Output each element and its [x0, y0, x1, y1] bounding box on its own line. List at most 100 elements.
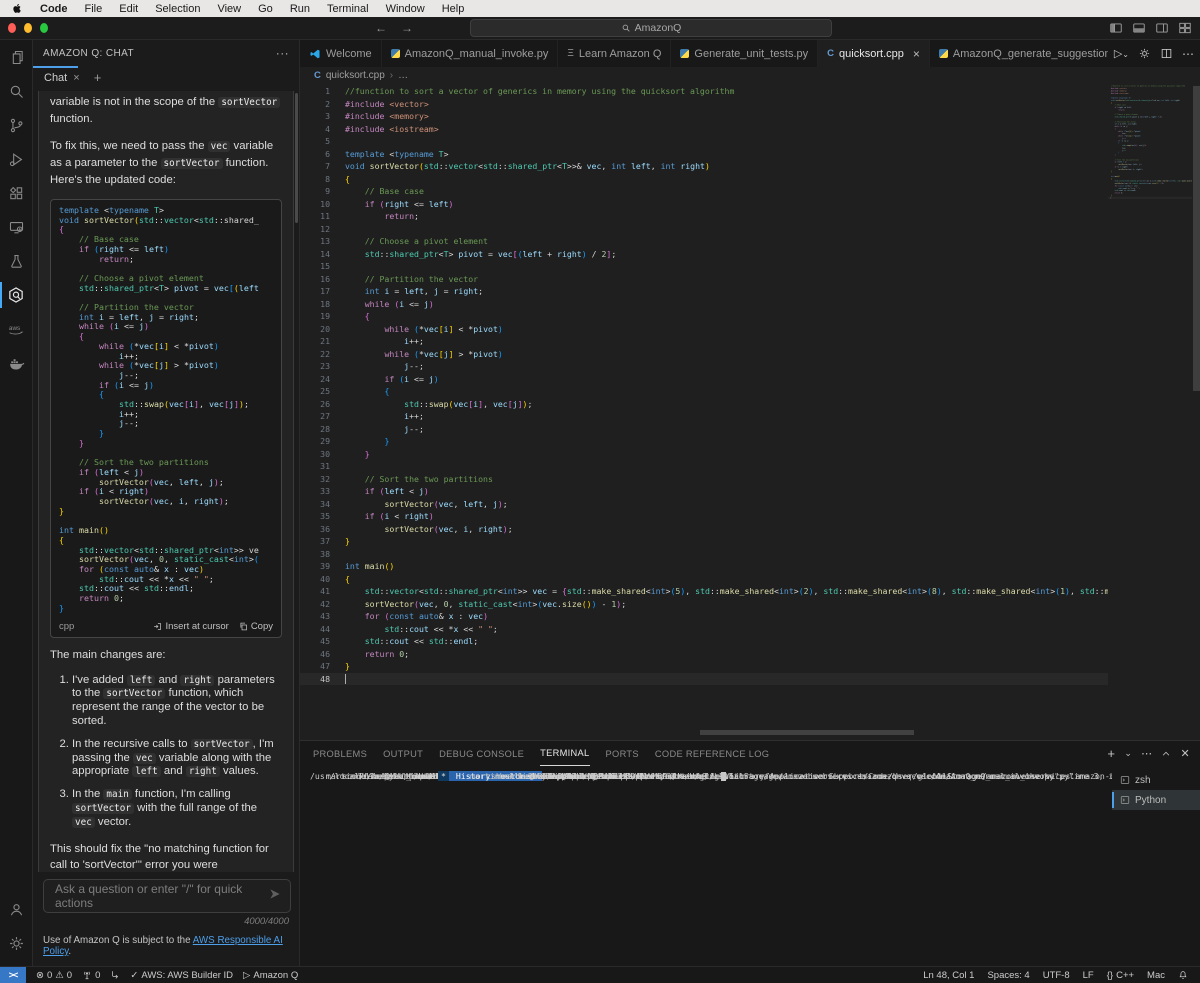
settings-gear-icon[interactable]	[1138, 47, 1151, 60]
new-chat-tab-icon[interactable]: +	[94, 70, 102, 85]
toggle-sidebar-right-icon[interactable]	[1155, 21, 1169, 35]
editor-tab-amazonq-manual-invoke-py[interactable]: AmazonQ_manual_invoke.py	[382, 40, 559, 67]
minimize-window-button[interactable]	[24, 23, 32, 33]
chat-input[interactable]: Ask a question or enter "/" for quick ac…	[43, 879, 291, 913]
activity-run-debug[interactable]	[0, 142, 32, 176]
editor-tab-amazonq-generate-suggestion-py[interactable]: AmazonQ_generate_suggestion.py	[930, 40, 1135, 67]
activity-amazon-q[interactable]	[0, 278, 32, 312]
copy-button[interactable]: Copy	[239, 621, 273, 632]
customize-layout-icon[interactable]	[1178, 21, 1192, 35]
editor-vertical-scrollbar[interactable]	[1193, 86, 1200, 391]
run-button[interactable]: ▷⌄	[1114, 47, 1129, 60]
terminal-shell-python[interactable]: Python	[1112, 790, 1200, 810]
forward-arrow-icon[interactable]: →	[401, 21, 413, 35]
panel-tab-debug-console[interactable]: DEBUG CONSOLE	[439, 741, 524, 766]
menu-run[interactable]: Run	[290, 3, 310, 15]
toggle-panel-icon[interactable]	[1132, 21, 1146, 35]
menu-edit[interactable]: Edit	[119, 3, 138, 15]
menu-window[interactable]: Window	[386, 3, 425, 15]
tab-chat[interactable]: Chat	[44, 72, 67, 84]
send-icon[interactable]	[268, 887, 282, 906]
insert-at-cursor-button[interactable]: Insert at cursor	[153, 621, 228, 632]
more-actions-icon[interactable]: ⋯	[1182, 47, 1194, 61]
activity-source-control[interactable]	[0, 108, 32, 142]
terminal-line: File "/Users/martinheller/Library/Applic…	[374, 771, 382, 781]
panel-tab-ports[interactable]: PORTS	[606, 741, 639, 766]
panel-more-icon[interactable]: ⋯	[1141, 747, 1152, 760]
split-editor-icon[interactable]	[1160, 47, 1173, 60]
launch-status[interactable]	[110, 970, 120, 980]
chat-scrollbar[interactable]	[295, 93, 298, 223]
panel-tab-terminal[interactable]: TERMINAL	[540, 741, 589, 766]
panel-title: AMAZON Q: CHAT	[43, 48, 134, 59]
activity-search[interactable]	[0, 74, 32, 108]
encoding-status[interactable]: UTF-8	[1043, 970, 1070, 981]
activity-settings[interactable]	[0, 926, 32, 960]
menu-view[interactable]: View	[217, 3, 241, 15]
activity-extensions[interactable]	[0, 176, 32, 210]
close-tab-icon[interactable]: ×	[913, 47, 920, 61]
svg-text:aws: aws	[9, 325, 20, 332]
activity-docker[interactable]	[0, 346, 32, 380]
apple-logo-icon[interactable]	[12, 3, 23, 14]
panel-tab-code-reference-log[interactable]: CODE REFERENCE LOG	[655, 741, 769, 766]
python-icon	[391, 49, 400, 58]
editor-tab-quicksort-cpp[interactable]: Cquicksort.cpp×	[818, 40, 930, 67]
menu-selection[interactable]: Selection	[155, 3, 200, 15]
code-line: 5	[300, 135, 1108, 148]
zoom-window-button[interactable]	[40, 23, 48, 33]
close-panel-icon[interactable]: ✕	[1180, 747, 1190, 760]
eol-status[interactable]: LF	[1083, 970, 1094, 981]
activity-remote-explorer[interactable]	[0, 210, 32, 244]
activity-accounts[interactable]	[0, 892, 32, 926]
editor-tab-generate-unit-tests-py[interactable]: Generate_unit_tests.py	[671, 40, 818, 67]
code-line: 3#include <memory>	[300, 110, 1108, 123]
platform-status[interactable]: Mac	[1147, 970, 1165, 981]
code-line: 47}	[300, 660, 1108, 673]
menu-code[interactable]: Code	[40, 3, 68, 15]
extensions-icon	[8, 185, 25, 202]
menu-terminal[interactable]: Terminal	[327, 3, 369, 15]
new-terminal-icon[interactable]: +	[1107, 746, 1115, 761]
minimap[interactable]: 1//function to sort a vector of generics…	[1108, 85, 1192, 325]
menu-file[interactable]: File	[85, 3, 103, 15]
notifications-bell-icon[interactable]	[1178, 970, 1188, 980]
editor-tab-learn-amazon-q[interactable]: ΞLearn Amazon Q	[558, 40, 671, 67]
code-line: 24 if (i <= j)	[300, 373, 1108, 386]
chat-code-block: template <typename T>void sortVector(std…	[50, 199, 282, 638]
editor-horizontal-scrollbar[interactable]	[700, 730, 914, 735]
code-line: 25 {	[300, 385, 1108, 398]
amazon-q-status[interactable]: ▷Amazon Q	[243, 970, 298, 981]
search-icon	[621, 23, 631, 33]
close-chat-tab-icon[interactable]: ×	[73, 72, 79, 84]
ports-status[interactable]: 0	[82, 970, 100, 981]
close-window-button[interactable]	[8, 23, 16, 33]
panel-tab-problems[interactable]: PROBLEMS	[313, 741, 367, 766]
terminal-output[interactable]: /usr/local/bin/python3 "/Users/martinhel…	[300, 766, 1112, 966]
editor-tab-welcome[interactable]: Welcome	[300, 40, 382, 67]
language-mode-status[interactable]: {}C++	[1107, 970, 1134, 981]
menu-go[interactable]: Go	[258, 3, 273, 15]
panel-tab-output[interactable]: OUTPUT	[383, 741, 423, 766]
terminal-shell-zsh[interactable]: zsh	[1112, 770, 1200, 790]
breadcrumb[interactable]: C quicksort.cpp › …	[300, 67, 1200, 83]
chat-code-line: std::shared_ptr<T> pivot = vec[(left	[59, 284, 273, 294]
more-actions-icon[interactable]: ···	[276, 46, 289, 60]
activity-aws[interactable]: aws	[0, 312, 32, 346]
toggle-sidebar-left-icon[interactable]	[1109, 21, 1123, 35]
chat-message-area[interactable]: variable is not in the scope of the sort…	[33, 89, 299, 872]
indentation-status[interactable]: Spaces: 4	[987, 970, 1029, 981]
activity-testing[interactable]	[0, 244, 32, 278]
activity-explorer[interactable]	[0, 40, 32, 74]
problems-status[interactable]: ⊗0 ⚠0	[36, 970, 72, 981]
maximize-panel-icon[interactable]	[1161, 749, 1171, 759]
remote-indicator[interactable]: ><	[0, 967, 26, 983]
code-editor[interactable]: 1//function to sort a vector of generics…	[300, 83, 1200, 740]
aws-builder-id-status[interactable]: ✓AWS: AWS Builder ID	[130, 970, 233, 981]
terminal-dropdown-icon[interactable]: ⌄	[1124, 748, 1132, 759]
command-center-search[interactable]: AmazonQ	[470, 19, 832, 37]
code-line: 42 sortVector(vec, 0, static_cast<int>(v…	[300, 598, 1108, 611]
cursor-position-status[interactable]: Ln 48, Col 1	[923, 970, 974, 981]
back-arrow-icon[interactable]: ←	[375, 21, 387, 35]
menu-help[interactable]: Help	[442, 3, 465, 15]
